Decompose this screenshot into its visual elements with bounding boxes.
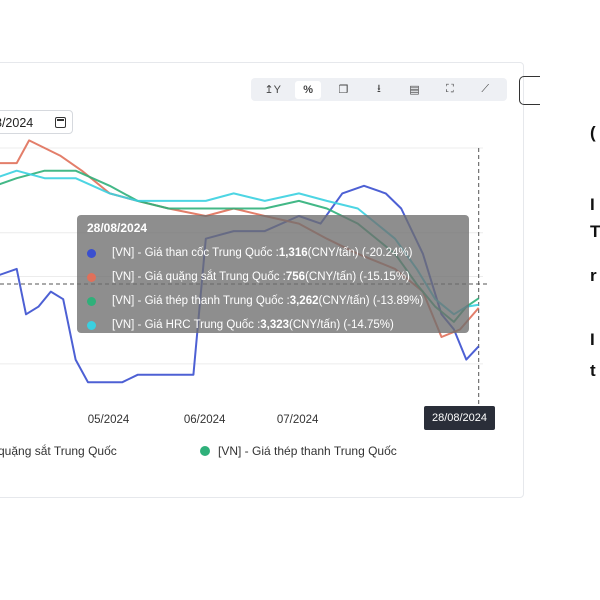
cropped-side-text: (	[590, 123, 596, 142]
tooltip-value: 756	[285, 271, 306, 283]
series-dot-icon	[87, 320, 96, 330]
tooltip-suffix: (CNY/tấn) (-13.89%)	[318, 295, 424, 307]
cropped-side-text: I	[590, 330, 595, 349]
tooltip-label: [VN] - Giá quặng sắt Trung Quốc :	[112, 271, 286, 283]
legend-label: quặng sắt Trung Quốc	[0, 444, 117, 458]
chart-tooltip: 28/08/2024 [VN] - Giá than cốc Trung Quố…	[77, 215, 469, 333]
tooltip-label: [VN] - Giá than cốc Trung Quốc :	[112, 247, 279, 259]
tooltip-date: 28/08/2024	[87, 221, 148, 235]
cropped-side-text: t	[590, 361, 596, 380]
x-tick-label: 05/2024	[87, 414, 130, 426]
tooltip-suffix: (CNY/tấn) (-20.24%)	[307, 247, 413, 259]
cropped-side-text: T	[590, 222, 600, 241]
tooltip-row: [VN] - Giá than cốc Trung Quốc : 1,316 (…	[87, 241, 459, 265]
tooltip-value: 1,316	[278, 247, 308, 259]
x-tick-label: 06/2024	[183, 414, 226, 426]
tooltip-label: [VN] - Giá thép thanh Trung Quốc :	[112, 295, 290, 307]
tooltip-value: 3,262	[289, 295, 319, 307]
series-dot-icon	[87, 296, 96, 306]
tooltip-row: [VN] - Giá quặng sắt Trung Quốc : 756 (C…	[87, 265, 459, 289]
legend-item[interactable]: quặng sắt Trung Quốc	[0, 444, 117, 458]
tooltip-label: [VN] - Giá HRC Trung Quốc :	[112, 319, 261, 331]
tooltip-suffix: (CNY/tấn) (-15.15%)	[305, 271, 410, 283]
tooltip-row: [VN] - Giá HRC Trung Quốc : 3,323 (CNY/t…	[87, 313, 459, 337]
series-dot-icon	[87, 272, 96, 282]
x-tick-label: 07/2024	[276, 414, 319, 426]
legend-dot-icon	[200, 446, 210, 456]
crosshair-date-label: 28/08/2024	[424, 406, 495, 430]
cropped-side-text: r	[590, 266, 597, 285]
legend-item[interactable]: [VN] - Giá thép thanh Trung Quốc	[200, 444, 397, 458]
series-dot-icon	[87, 248, 96, 258]
legend-label: [VN] - Giá thép thanh Trung Quốc	[218, 444, 397, 458]
tooltip-suffix: (CNY/tấn) (-14.75%)	[289, 319, 394, 331]
cropped-side-text: I	[590, 195, 595, 214]
tooltip-value: 3,323	[260, 319, 290, 331]
tooltip-row: [VN] - Giá thép thanh Trung Quốc : 3,262…	[87, 289, 459, 313]
